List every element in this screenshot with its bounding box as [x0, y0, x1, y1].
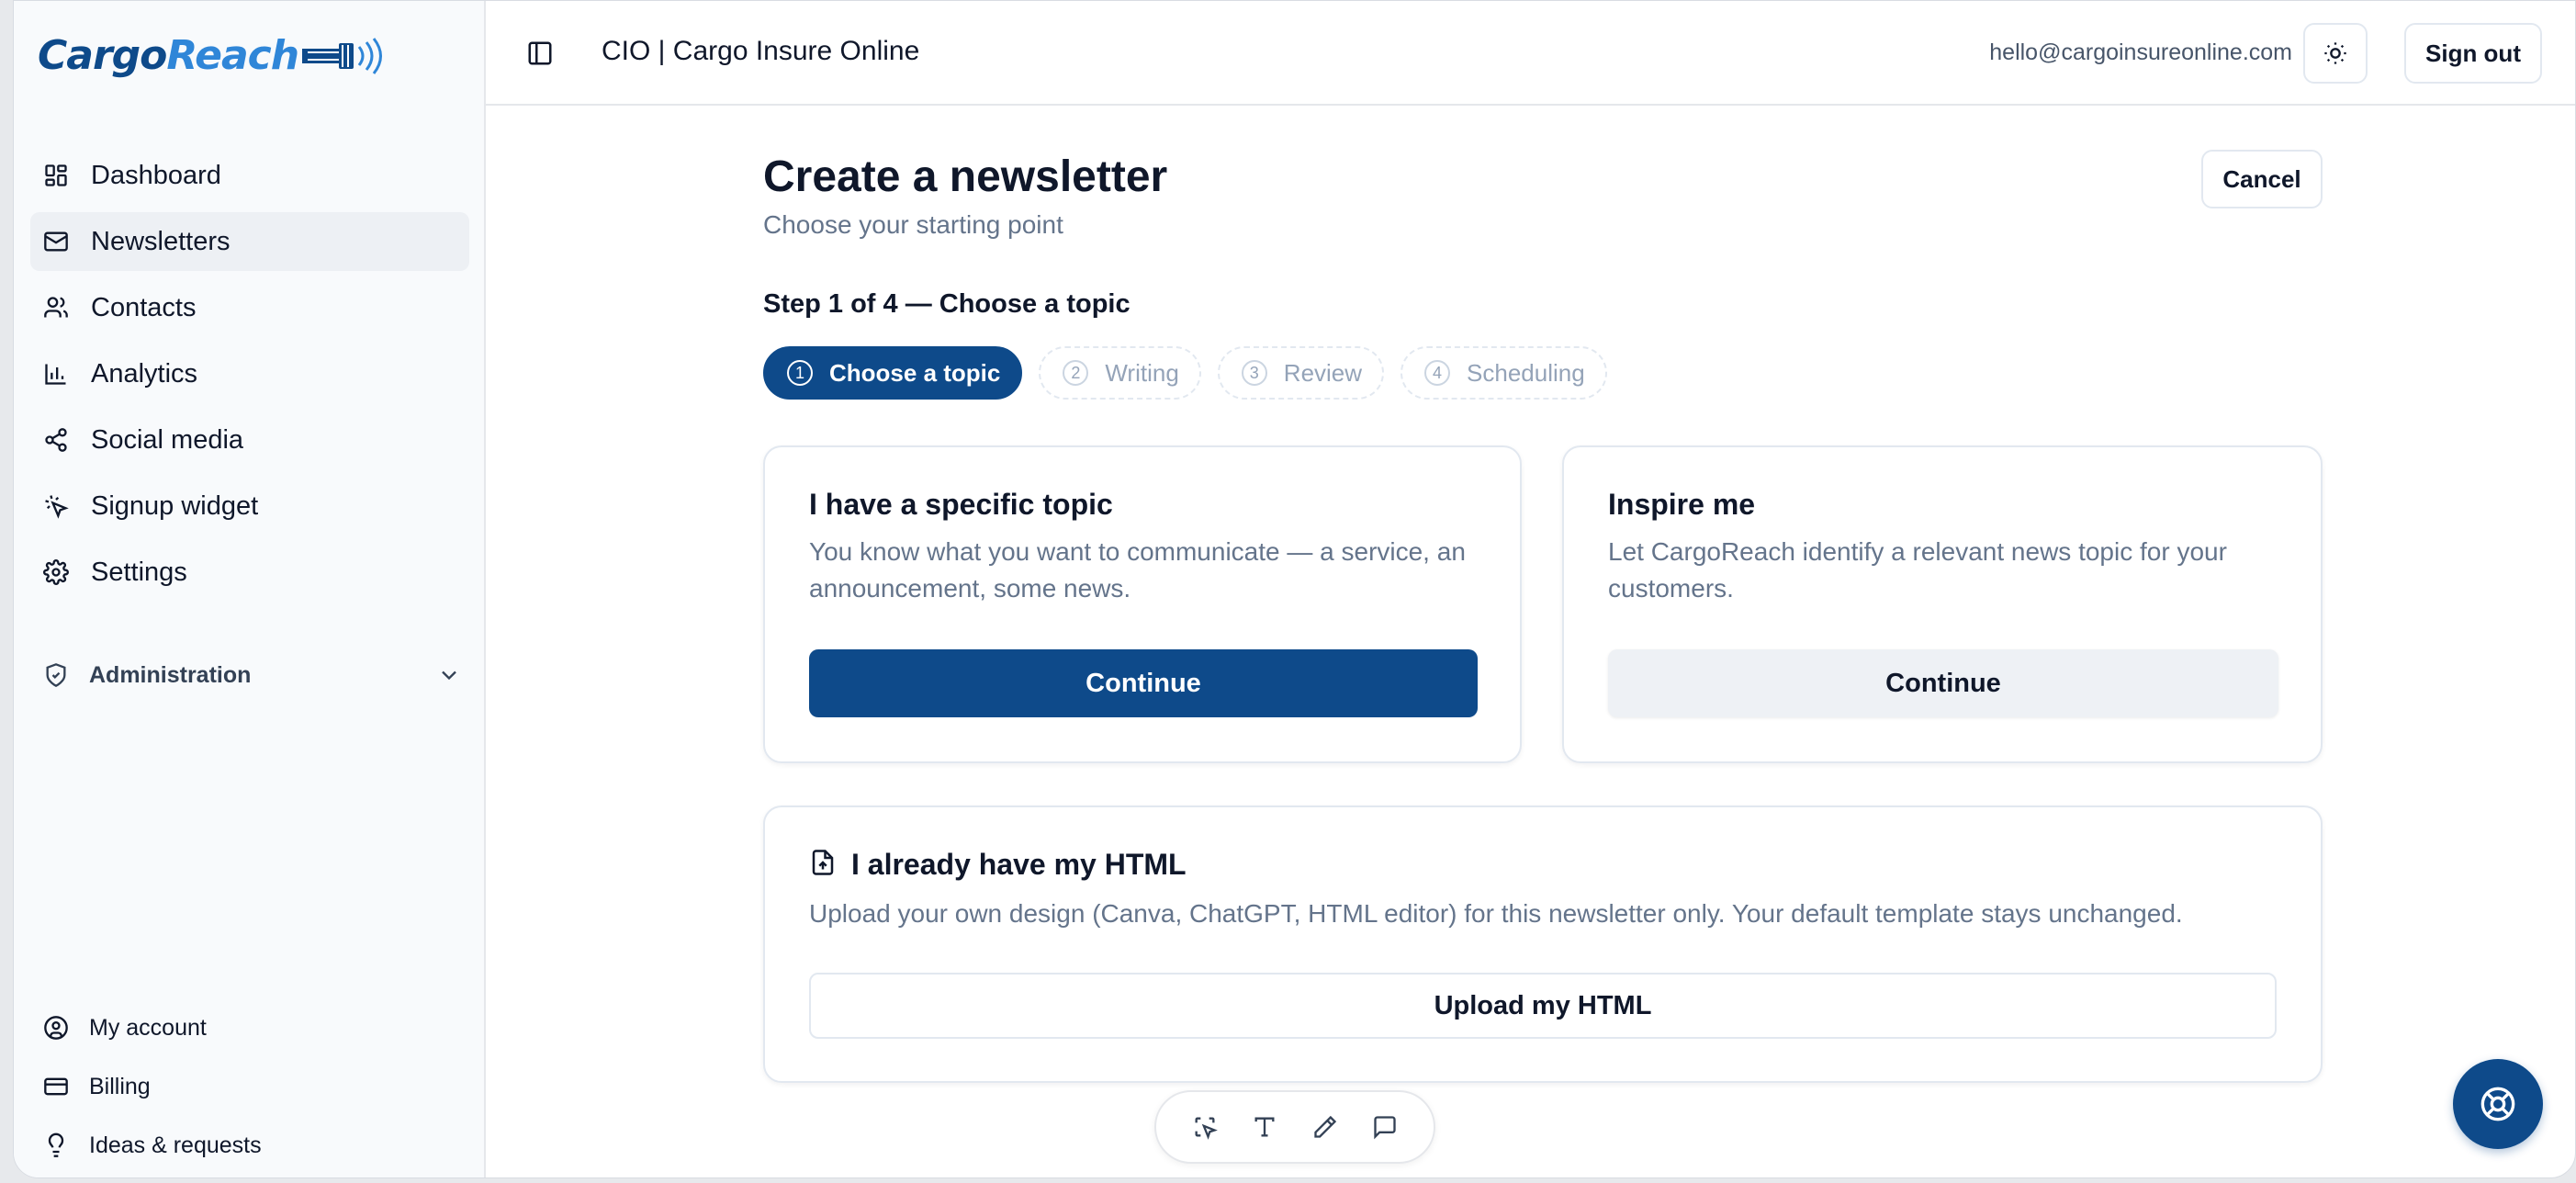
card-description: You know what you want to communicate — … [809, 537, 1466, 603]
inspire-me-continue-button[interactable]: Continue [1608, 649, 2278, 717]
sidebar-toggle-icon[interactable] [524, 38, 556, 69]
step-label: Step 1 of 4 — Choose a topic [763, 289, 1131, 319]
logo-text-cargo: Cargo [38, 32, 167, 79]
help-button[interactable] [2453, 1059, 2543, 1149]
step-label-text: Review [1283, 358, 1363, 387]
pointer-click-icon [41, 491, 71, 521]
sign-out-button[interactable]: Sign out [2404, 23, 2542, 84]
step-number: 2 [1063, 360, 1089, 386]
sidebar-item-billing[interactable]: Billing [41, 1057, 464, 1116]
text-icon[interactable] [1246, 1109, 1283, 1145]
select-icon[interactable] [1187, 1109, 1223, 1145]
specific-topic-continue-button[interactable]: Continue [809, 649, 1478, 717]
top-bar: CIO | Cargo Insure Online hello@cargoins… [486, 1, 2575, 106]
card-title: I have a specific topic [809, 488, 1113, 521]
step-label-text: Writing [1105, 358, 1179, 387]
sidebar-item-social-media[interactable]: Social media [30, 411, 469, 469]
share-icon [41, 425, 71, 455]
sidebar-item-label: Contacts [91, 292, 197, 322]
step-label-text: Choose a topic [829, 358, 1001, 387]
logo-signal-icon [302, 37, 383, 74]
sidebar-item-label: Social media [91, 424, 244, 455]
sidebar-item-my-account[interactable]: My account [41, 998, 464, 1057]
sidebar-item-dashboard[interactable]: Dashboard [30, 146, 469, 205]
sidebar-nav: Dashboard Newsletters Contacts Analytics [30, 146, 469, 609]
sidebar-item-label: My account [89, 1014, 207, 1041]
cancel-button[interactable]: Cancel [2201, 150, 2323, 208]
file-upload-icon [809, 849, 837, 881]
sidebar-item-ideas-requests[interactable]: Ideas & requests [41, 1116, 464, 1175]
gear-icon [41, 558, 71, 587]
sidebar-item-analytics[interactable]: Analytics [30, 344, 469, 403]
cargoreach-logo[interactable]: Cargo Reach [38, 32, 388, 79]
sidebar-item-administration[interactable]: Administration [41, 655, 467, 695]
chevron-down-icon[interactable] [436, 662, 462, 694]
theme-toggle-button[interactable] [2303, 23, 2368, 84]
users-icon [41, 293, 71, 322]
annotation-toolbar [1154, 1090, 1435, 1164]
sidebar: Cargo Reach Dashboard Newsletters Contac… [14, 1, 486, 1177]
sidebar-item-label: Billing [89, 1073, 151, 1099]
step-scheduling: 4 Scheduling [1400, 346, 1607, 400]
step-label-text: Scheduling [1467, 358, 1585, 387]
sun-icon [2324, 42, 2346, 64]
main-content: Create a newsletter Choose your starting… [486, 107, 2575, 1177]
credit-card-icon [41, 1072, 71, 1101]
upload-html-card: I already have my HTML Upload your own d… [763, 806, 2323, 1083]
sidebar-item-label: Dashboard [91, 160, 221, 190]
upload-html-button[interactable]: Upload my HTML [809, 973, 2277, 1039]
sidebar-item-contacts[interactable]: Contacts [30, 278, 469, 337]
sidebar-item-label: Analytics [91, 358, 198, 389]
card-header: I already have my HTML [809, 848, 1187, 882]
step-writing: 2 Writing [1039, 346, 1201, 400]
step-number: 3 [1241, 360, 1267, 386]
card-description: Upload your own design (Canva, ChatGPT, … [809, 899, 2183, 928]
lifebuoy-icon [2480, 1087, 2515, 1121]
sidebar-item-label: Settings [91, 557, 187, 587]
bar-chart-icon [41, 359, 71, 389]
step-number: 4 [1424, 360, 1451, 386]
user-circle-icon [41, 1013, 71, 1042]
stepper: 1 Choose a topic 2 Writing 3 Review 4 Sc… [763, 346, 1624, 400]
page-subtitle: Choose your starting point [763, 210, 1063, 239]
card-title: I already have my HTML [851, 848, 1187, 881]
sidebar-bottom-nav: My account Billing Ideas & requests [41, 998, 464, 1175]
sidebar-item-signup-widget[interactable]: Signup widget [30, 477, 469, 535]
sidebar-item-label: Newsletters [91, 226, 231, 256]
logo-text-reach: Reach [166, 32, 299, 79]
comment-icon[interactable] [1367, 1109, 1403, 1145]
mail-icon [41, 227, 71, 256]
lightbulb-icon [41, 1131, 71, 1160]
inspire-me-card: Inspire me Let CargoReach identify a rel… [1562, 445, 2323, 763]
dashboard-icon [41, 161, 71, 190]
user-email: hello@cargoinsureonline.com [1989, 39, 2292, 65]
app-title: CIO | Cargo Insure Online [602, 36, 920, 66]
pen-icon[interactable] [1307, 1109, 1344, 1145]
sidebar-item-label: Signup widget [91, 490, 259, 521]
card-description: Let CargoReach identify a relevant news … [1608, 537, 2227, 603]
administration-label: Administration [89, 661, 252, 688]
sidebar-item-newsletters[interactable]: Newsletters [30, 212, 469, 271]
sidebar-item-settings[interactable]: Settings [30, 543, 469, 602]
step-number: 1 [787, 360, 813, 386]
shield-check-icon [41, 660, 71, 690]
app-window: Cargo Reach Dashboard Newsletters Contac… [13, 0, 2576, 1178]
step-choose-topic[interactable]: 1 Choose a topic [763, 346, 1023, 400]
specific-topic-card: I have a specific topic You know what yo… [763, 445, 1522, 763]
card-title: Inspire me [1608, 488, 1756, 521]
sidebar-item-label: Ideas & requests [89, 1132, 262, 1158]
page-title: Create a newsletter [763, 152, 1168, 201]
step-review: 3 Review [1217, 346, 1385, 400]
